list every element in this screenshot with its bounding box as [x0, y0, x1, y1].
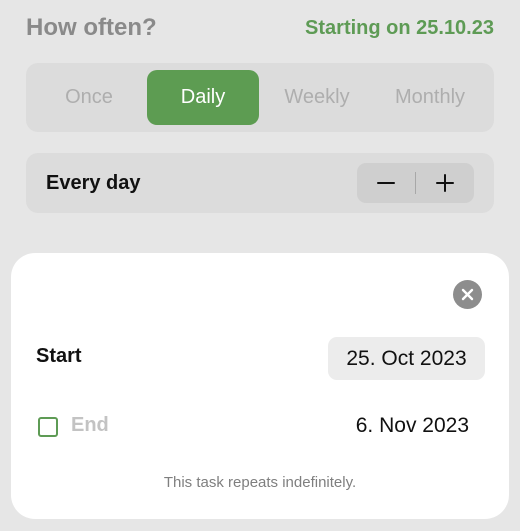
segment-weekly[interactable]: Weekly	[261, 70, 373, 125]
end-date-picker[interactable]: 6. Nov 2023	[356, 414, 469, 438]
interval-row: Every day	[26, 153, 494, 213]
repeat-note: This task repeats indefinitely.	[163, 474, 357, 491]
decrement-button[interactable]	[357, 163, 415, 203]
segment-monthly[interactable]: Monthly	[374, 70, 486, 125]
page-title: How often?	[26, 14, 157, 41]
start-date-picker[interactable]: 25. Oct 2023	[328, 337, 485, 380]
end-checkbox[interactable]	[38, 417, 58, 437]
interval-label: Every day	[46, 172, 141, 194]
increment-button[interactable]	[416, 163, 474, 203]
segment-once[interactable]: Once	[33, 70, 145, 125]
plus-icon	[436, 174, 454, 192]
frequency-segmented-control: Once Daily Weekly Monthly	[26, 63, 494, 132]
starting-date-label: Starting on 25.10.23	[305, 16, 494, 39]
minus-icon	[377, 182, 395, 184]
date-range-sheet: Start 25. Oct 2023 End 6. Nov 2023 This …	[11, 253, 509, 519]
header: How often? Starting on 25.10.23	[26, 12, 494, 44]
interval-stepper	[357, 163, 474, 203]
close-icon	[461, 288, 474, 301]
close-button[interactable]	[453, 280, 482, 309]
segment-daily[interactable]: Daily	[147, 70, 259, 125]
end-label[interactable]: End	[71, 414, 109, 437]
start-label: Start	[36, 345, 82, 367]
